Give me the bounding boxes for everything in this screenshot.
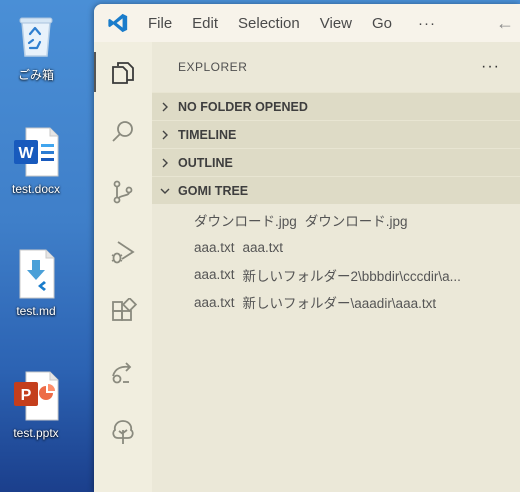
vscode-logo-icon <box>98 12 138 34</box>
word-document-icon: W <box>14 127 59 177</box>
desktop-icon-recycle-bin[interactable]: ごみ箱 <box>0 10 72 83</box>
sidebar-more-button[interactable]: ··· <box>481 58 500 76</box>
powerpoint-file-icon: P <box>14 371 59 421</box>
tree-item[interactable]: aaa.txt aaa.txt <box>152 234 520 262</box>
tree-item-name: aaa.txt <box>194 267 235 283</box>
section-no-folder-opened[interactable]: NO FOLDER OPENED <box>152 92 520 120</box>
explorer-icon[interactable] <box>94 42 152 102</box>
menu-file[interactable]: File <box>138 15 182 32</box>
menu-view[interactable]: View <box>310 15 362 32</box>
section-gomi-tree[interactable]: GOMI TREE <box>152 176 520 204</box>
tree-item-description: aaa.txt <box>242 239 284 255</box>
desktop-icon-label: test.docx <box>11 182 61 196</box>
source-control-icon[interactable] <box>94 162 152 222</box>
tree-item-name: aaa.txt <box>194 294 235 310</box>
chevron-down-icon <box>152 186 178 196</box>
menu-selection[interactable]: Selection <box>228 15 310 32</box>
title-bar: File Edit Selection View Go ··· ← <box>94 4 520 42</box>
desktop-icon-powerpoint[interactable]: P test.pptx <box>0 370 72 440</box>
tree-item-name: aaa.txt <box>194 239 235 255</box>
desktop-icon-label: ごみ箱 <box>17 68 54 82</box>
section-timeline[interactable]: TIMELINE <box>152 120 520 148</box>
tree-item[interactable]: aaa.txt 新しいフォルダー\aaadir\aaa.txt <box>152 289 520 317</box>
svg-text:P: P <box>21 387 32 404</box>
tree-view-icon[interactable] <box>94 402 152 462</box>
section-label: NO FOLDER OPENED <box>178 99 308 114</box>
remote-explorer-icon[interactable] <box>94 342 152 402</box>
tree-item-description: ダウンロード.jpg <box>304 213 408 229</box>
extensions-icon[interactable] <box>94 282 152 342</box>
vscode-window: File Edit Selection View Go ··· ← EXPLOR… <box>94 4 520 492</box>
chevron-right-icon <box>152 102 178 112</box>
desktop-icon-markdown[interactable]: test.md <box>0 248 72 318</box>
tree-item-description: 新しいフォルダー\aaadir\aaa.txt <box>242 296 437 312</box>
sidebar-title: EXPLORER <box>178 60 248 74</box>
menu-go[interactable]: Go <box>362 15 402 32</box>
menu-edit[interactable]: Edit <box>182 15 228 32</box>
chevron-right-icon <box>152 158 178 168</box>
section-label: OUTLINE <box>178 155 233 170</box>
desktop-icon-label: test.md <box>16 304 56 318</box>
section-outline[interactable]: OUTLINE <box>152 148 520 176</box>
activity-bar <box>94 42 152 492</box>
tree-item-description: 新しいフォルダー2\bbbdir\cccdir\a... <box>242 268 461 284</box>
desktop-icon-word-doc[interactable]: W test.docx <box>0 126 72 196</box>
section-label: TIMELINE <box>178 127 237 142</box>
desktop-icon-label: test.pptx <box>13 426 59 440</box>
sidebar-header: EXPLORER ··· <box>152 42 520 92</box>
markdown-file-icon <box>19 249 55 299</box>
recycle-bin-icon <box>19 17 53 57</box>
svg-text:W: W <box>18 145 34 162</box>
section-label: GOMI TREE <box>178 183 249 198</box>
tree-item[interactable]: aaa.txt 新しいフォルダー2\bbbdir\cccdir\a... <box>152 261 520 289</box>
chevron-right-icon <box>152 130 178 140</box>
menu-more-button[interactable]: ··· <box>402 15 452 32</box>
tree-item-name: ダウンロード.jpg <box>194 213 297 229</box>
explorer-sidebar: EXPLORER ··· NO FOLDER OPENED TIMELINE O… <box>152 42 520 492</box>
search-icon[interactable] <box>94 102 152 162</box>
back-arrow-icon[interactable]: ← <box>496 13 514 34</box>
run-debug-icon[interactable] <box>94 222 152 282</box>
tree-item[interactable]: ダウンロード.jpg ダウンロード.jpg <box>152 206 520 234</box>
